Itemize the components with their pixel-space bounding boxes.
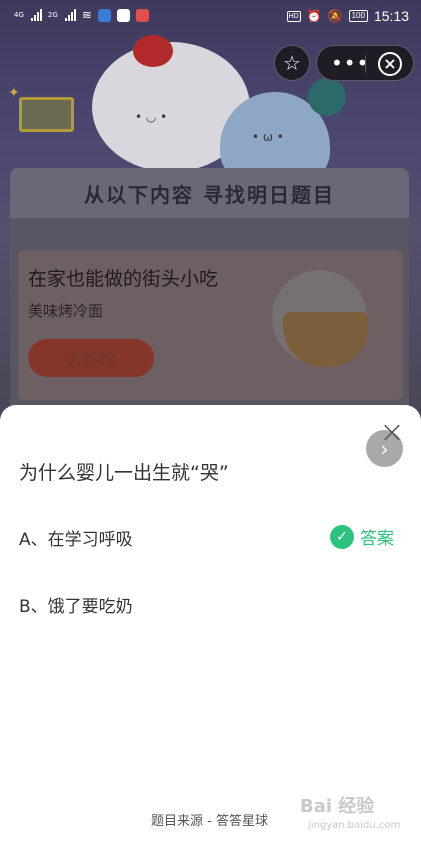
mascot-face-icon: • ◡ • [135,110,168,124]
watermark-url: jingyan.baidu.com [308,820,401,831]
app-notification-icon-2 [116,8,130,22]
signal-icon-2 [64,9,76,21]
status-bar: 4G 2G ≋ HD ⏰ 🔕 100 15:13 [0,0,421,32]
signal-icon [30,9,42,21]
capsule-menu: ••• × [316,45,414,81]
option-a[interactable]: A、在学习呼吸 [19,525,133,550]
option-b[interactable]: B、饿了要吃奶 [19,592,133,617]
star-icon[interactable]: ☆ [274,45,310,81]
app-notification-icon [97,8,111,22]
check-icon: ✓ [330,524,354,549]
app-notification-icon-3 [135,8,149,22]
battery-indicator: 100 [348,10,368,22]
network-type-2: 2G [47,11,58,19]
network-type-1: 4G [14,11,24,19]
circle-close-icon[interactable]: × [378,52,402,76]
watermark-logo: Bai 经验 [300,796,375,817]
go-try-button[interactable]: 去解馋 [28,339,154,377]
medal-frame-image [19,97,74,132]
answer-label: 答案 [360,529,394,549]
food-card-title: 在家也能做的街头小吃 [28,268,219,290]
clock: 15:13 [373,8,409,24]
planet-image [308,78,346,116]
more-dots-icon[interactable]: ••• [331,53,369,73]
capsule-divider [365,55,366,73]
hd-badge: HD [286,10,301,22]
sparkle-icon: ✦ [8,85,20,101]
mute-icon: 🔕 [327,9,343,23]
close-icon[interactable]: × [378,418,406,448]
question-text: 为什么婴儿一出生就“哭” [19,462,229,484]
ghost-face-icon: • ω • [252,130,284,144]
wifi-icon: ≋ [81,8,92,22]
food-card-subtitle: 美味烤冷面 [28,302,104,320]
alarm-icon: ⏰ [306,9,322,23]
banner-title: 从以下内容 寻找明日题目 [10,168,409,218]
mascot-comb-image [133,35,173,67]
answer-badge: ✓ 答案 [330,524,394,549]
